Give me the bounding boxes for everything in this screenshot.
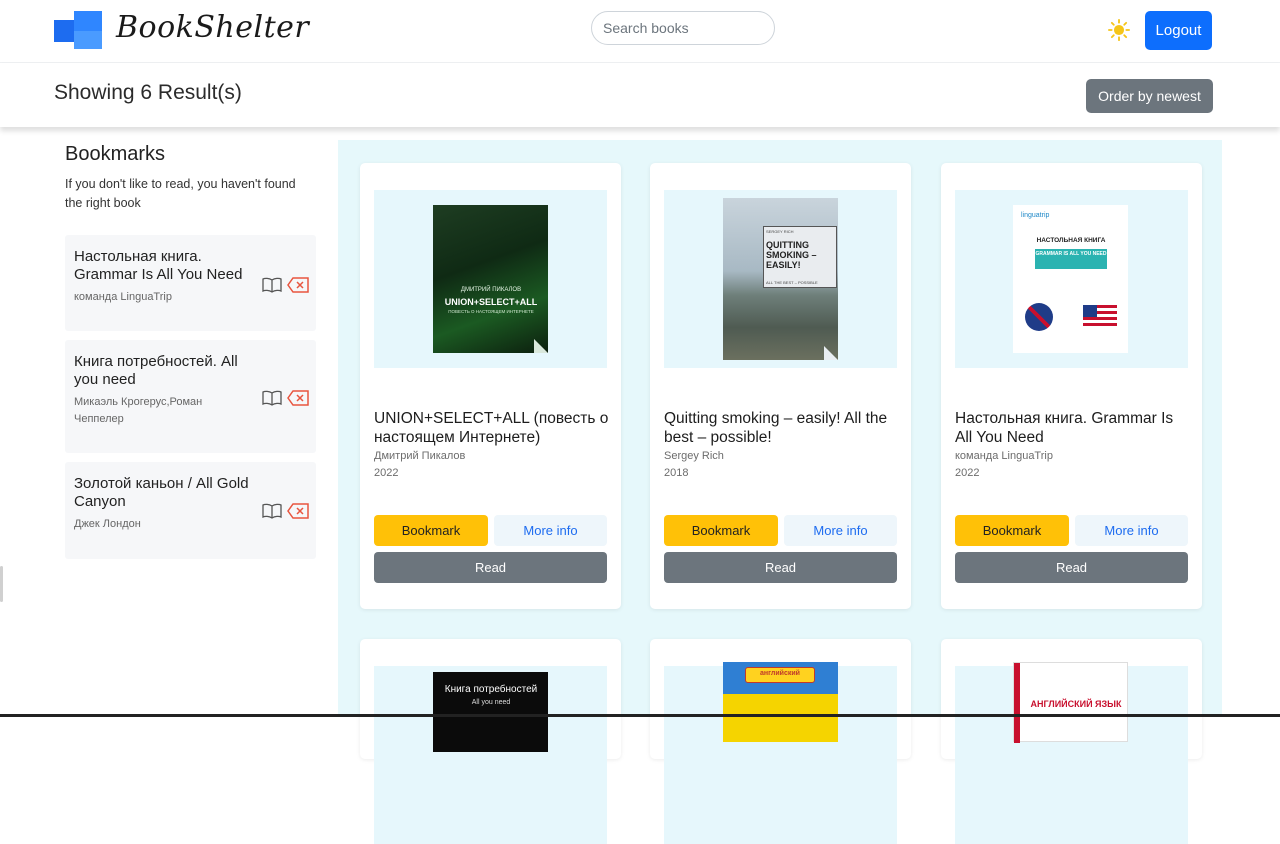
book-cover-area: АНГЛИЙСКИЙ ЯЗЫК [955, 662, 1188, 844]
book-cover-image[interactable]: ДМИТРИЙ ПИКАЛОВ UNION+SELECT+ALL ПОВЕСТЬ… [433, 205, 548, 353]
book-year: 2018 [664, 467, 689, 479]
book-cover-image[interactable]: Книга потребностей All you need [433, 672, 548, 752]
read-button[interactable]: Read [374, 552, 607, 583]
remove-bookmark-icon[interactable] [287, 390, 309, 406]
book-card: АНГЛИЙСКИЙ ЯЗЫК [941, 639, 1202, 844]
bookmarks-title: Bookmarks [65, 143, 166, 165]
navbar: BookShelter Logout [0, 0, 1280, 63]
bookmarks-sidebar: Bookmarks If you don't like to read, you… [0, 127, 338, 717]
read-button[interactable]: Read [664, 552, 897, 583]
bookmark-author: Микаэль Крогерус,Роман Чеппелер [74, 396, 203, 425]
book-cover-area: английский [664, 662, 897, 844]
bookmark-title: Настольная книга. Grammar Is All You Nee… [74, 248, 243, 283]
book-year: 2022 [374, 467, 399, 479]
books-grid: ДМИТРИЙ ПИКАЛОВ UNION+SELECT+ALL ПОВЕСТЬ… [338, 140, 1222, 844]
bookmark-author: Джек Лондон [74, 518, 141, 530]
bookmark-button[interactable]: Bookmark [374, 515, 488, 546]
bookmark-title: Книга потребностей. All you need [74, 353, 238, 388]
bookmark-item: Золотой каньон / All Gold Canyon Джек Ло… [65, 462, 316, 559]
book-card: ДМИТРИЙ ПИКАЛОВ UNION+SELECT+ALL ПОВЕСТЬ… [360, 163, 621, 609]
book-cover-image[interactable]: АНГЛИЙСКИЙ ЯЗЫК [1013, 662, 1128, 743]
book-cover-image[interactable]: SERGEY RICH QUITTING SMOKING – EASILY! A… [723, 198, 838, 360]
sun-icon[interactable] [1108, 19, 1130, 41]
book-year: 2022 [955, 467, 980, 479]
remove-bookmark-icon[interactable] [287, 277, 309, 293]
remove-bookmark-icon[interactable] [287, 503, 309, 519]
book-cover-area: Книга потребностей All you need [374, 666, 607, 844]
more-info-button[interactable]: More info [494, 515, 607, 546]
more-info-button[interactable]: More info [784, 515, 897, 546]
bookmark-button[interactable]: Bookmark [955, 515, 1069, 546]
book-cover-area: linguatrip НАСТОЛЬНАЯ КНИГА GRAMMAR IS A… [955, 190, 1188, 368]
book-card: linguatrip НАСТОЛЬНАЯ КНИГА GRAMMAR IS A… [941, 163, 1202, 609]
logout-button[interactable]: Logout [1145, 11, 1212, 50]
results-count: Showing 6 Result(s) [54, 81, 242, 104]
book-cover-image[interactable]: linguatrip НАСТОЛЬНАЯ КНИГА GRAMMAR IS A… [1013, 205, 1128, 353]
scroll-handle[interactable] [0, 566, 3, 602]
book-cover-area: ДМИТРИЙ ПИКАЛОВ UNION+SELECT+ALL ПОВЕСТЬ… [374, 190, 607, 368]
book-card: английский [650, 639, 911, 844]
bookmark-button[interactable]: Bookmark [664, 515, 778, 546]
book-title: Настольная книга. Grammar Is All You Nee… [955, 410, 1174, 446]
logo-icon[interactable] [54, 11, 102, 51]
bookmark-item: Настольная книга. Grammar Is All You Nee… [65, 235, 316, 331]
bookmark-title: Золотой каньон / All Gold Canyon [74, 475, 249, 510]
read-button[interactable]: Read [955, 552, 1188, 583]
book-author: Sergey Rich [664, 450, 724, 462]
open-book-icon[interactable] [262, 503, 282, 519]
book-author: команда LinguaTrip [955, 450, 1053, 462]
book-author: Дмитрий Пикалов [374, 450, 466, 462]
book-title: UNION+SELECT+ALL (повесть о настоящем Ин… [374, 410, 609, 446]
bookmark-author: команда LinguaTrip [74, 291, 172, 303]
bookmarks-subtitle: If you don't like to read, you haven't f… [65, 177, 296, 210]
bookmark-item: Книга потребностей. All you need Микаэль… [65, 340, 316, 453]
book-cover-area: SERGEY RICH QUITTING SMOKING – EASILY! A… [664, 190, 897, 368]
book-title: Quitting smoking – easily! All the best … [664, 410, 888, 446]
order-by-newest-button[interactable]: Order by newest [1086, 79, 1213, 113]
book-card: SERGEY RICH QUITTING SMOKING – EASILY! A… [650, 163, 911, 609]
book-card: Книга потребностей All you need [360, 639, 621, 844]
results-toolbar: Showing 6 Result(s) Order by newest [0, 63, 1280, 127]
book-cover-image[interactable]: английский [723, 662, 838, 742]
open-book-icon[interactable] [262, 390, 282, 406]
app-name[interactable]: BookShelter [116, 10, 309, 45]
more-info-button[interactable]: More info [1075, 515, 1188, 546]
open-book-icon[interactable] [262, 277, 282, 293]
search-input[interactable] [591, 11, 775, 45]
